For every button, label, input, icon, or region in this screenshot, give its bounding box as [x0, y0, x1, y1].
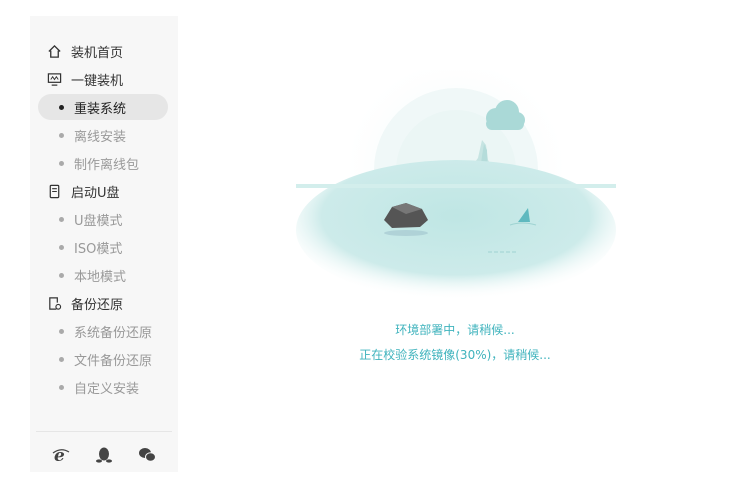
sidebar-item-home[interactable]: 装机首页: [38, 38, 168, 64]
sidebar-item-label: 离线安装: [74, 129, 127, 145]
bullet-icon: [59, 272, 64, 278]
bullet-icon: [59, 384, 64, 390]
bullet-icon: [59, 160, 64, 166]
usb-drive-icon: [46, 183, 62, 199]
sidebar-item-custom-install[interactable]: 自定义安装: [38, 374, 168, 400]
sidebar-item-reinstall-system[interactable]: 重装系统: [38, 94, 168, 120]
sidebar-item-make-offline-package[interactable]: 制作离线包: [38, 150, 168, 176]
qq-penguin-icon[interactable]: [93, 444, 115, 466]
sidebar-item-label: 自定义安装: [74, 381, 140, 397]
sidebar-item-label: 装机首页: [71, 45, 124, 61]
sidebar-item-label: 本地模式: [74, 269, 127, 285]
sidebar-item-label: 一键装机: [71, 73, 124, 89]
backup-restore-icon: [46, 295, 62, 311]
sidebar-item-label: 启动U盘: [71, 185, 120, 201]
bullet-icon: [59, 216, 64, 222]
sidebar-item-label: 重装系统: [74, 101, 127, 117]
ie-browser-icon[interactable]: e: [50, 444, 72, 466]
sidebar-item-iso-mode[interactable]: ISO模式: [38, 234, 168, 260]
sidebar-item-label: ISO模式: [74, 241, 123, 257]
bullet-icon: [59, 356, 64, 362]
status-line-progress: 正在校验系统镜像(30%)，请稍候...: [359, 348, 551, 362]
home-icon: [46, 43, 62, 59]
sidebar-item-label: 备份还原: [71, 297, 124, 313]
bullet-icon: [59, 244, 64, 250]
sidebar-item-backup-restore[interactable]: 备份还原: [38, 290, 168, 316]
sidebar-item-one-click-install[interactable]: 一键装机: [38, 66, 168, 92]
loading-illustration: [296, 60, 616, 310]
sidebar-item-label: 系统备份还原: [74, 325, 153, 341]
sidebar-item-label: 文件备份还原: [74, 353, 153, 369]
svg-text:e: e: [54, 446, 65, 464]
sidebar-item-offline-install[interactable]: 离线安装: [38, 122, 168, 148]
wechat-icon[interactable]: [136, 444, 158, 466]
sidebar: 装机首页 一键装机 重装系统 离线安装 制作离线包 启动U盘 U盘模式 ISO模…: [30, 16, 178, 472]
bullet-icon: [59, 328, 64, 334]
sidebar-item-usb-mode[interactable]: U盘模式: [38, 206, 168, 232]
sidebar-item-system-backup-restore[interactable]: 系统备份还原: [38, 318, 168, 344]
sidebar-item-boot-usb[interactable]: 启动U盘: [38, 178, 168, 204]
sidebar-item-local-mode[interactable]: 本地模式: [38, 262, 168, 288]
sidebar-divider: [36, 431, 172, 432]
sidebar-item-file-backup-restore[interactable]: 文件备份还原: [38, 346, 168, 372]
bullet-icon: [59, 132, 64, 138]
bullet-icon: [59, 104, 64, 110]
status-line-primary: 环境部署中，请稍候...: [395, 323, 515, 337]
sidebar-item-label: U盘模式: [74, 213, 123, 229]
monitor-icon: [46, 71, 62, 87]
sidebar-item-label: 制作离线包: [74, 157, 140, 173]
